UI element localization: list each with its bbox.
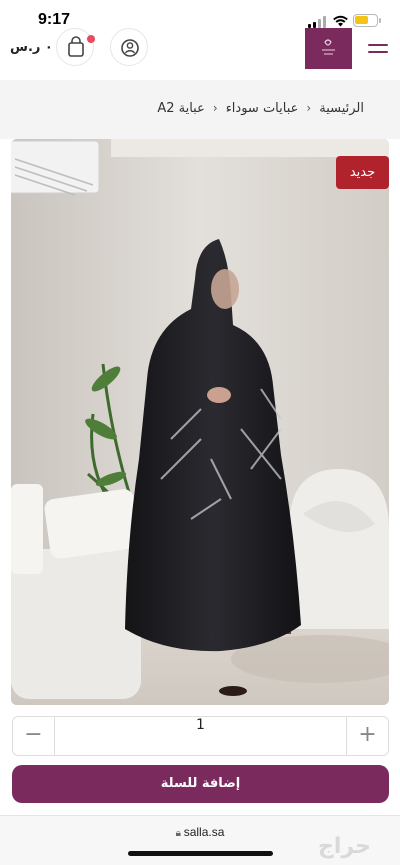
battery-level — [355, 16, 368, 24]
breadcrumb: الرئيسية ‹ عبايات سوداء ‹ عباية A2 — [157, 101, 364, 116]
chevron-left-icon: ‹ — [212, 101, 218, 115]
wifi-icon — [333, 15, 348, 27]
menu-button[interactable] — [368, 42, 388, 58]
lock-icon: 🔒︎ — [175, 828, 184, 839]
breadcrumb-item-category[interactable]: عبايات سوداء — [226, 101, 299, 116]
store-logo-mark — [322, 39, 335, 55]
status-time: 9:17 — [38, 11, 71, 28]
quantity-value[interactable]: 1 — [55, 717, 346, 755]
battery-icon — [353, 14, 378, 27]
cart-total[interactable]: ٠ ر.س — [10, 40, 53, 55]
battery-tip — [379, 18, 381, 23]
product-image[interactable] — [11, 139, 389, 705]
site-header: ٠ ر.س — [0, 28, 400, 80]
quantity-increase-button[interactable]: + — [346, 717, 388, 755]
quantity-stepper: − 1 + — [12, 716, 389, 756]
account-button[interactable] — [110, 28, 148, 66]
store-logo[interactable] — [305, 28, 352, 69]
chevron-left-icon: ‹ — [306, 101, 312, 115]
user-icon — [121, 39, 139, 57]
breadcrumb-item-current: عباية A2 — [157, 101, 205, 116]
cart-button[interactable] — [56, 28, 95, 66]
url-label: salla.sa — [183, 825, 225, 839]
signal-icon — [308, 16, 326, 28]
home-indicator — [128, 851, 273, 856]
quantity-decrease-button[interactable]: − — [13, 717, 55, 755]
cart-badge — [87, 35, 95, 43]
breadcrumb-item-home[interactable]: الرئيسية — [319, 101, 364, 116]
watermark: حراج — [318, 834, 371, 859]
new-badge: جديد — [336, 156, 389, 189]
product-photo — [11, 139, 389, 705]
add-to-cart-button[interactable]: إضافة للسلة — [12, 765, 389, 803]
